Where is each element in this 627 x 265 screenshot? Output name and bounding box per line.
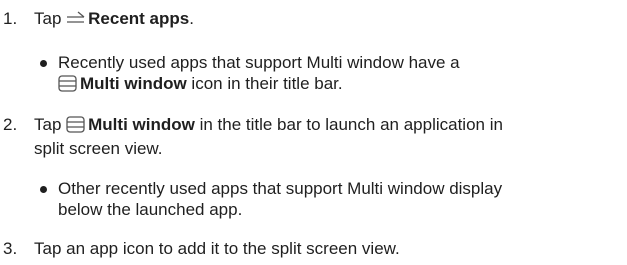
bullet-line: below the launched app. xyxy=(58,200,243,219)
recent-apps-icon xyxy=(66,11,86,32)
multi-window-icon xyxy=(58,75,78,97)
recent-apps-label: Recent apps xyxy=(88,9,190,28)
multi-window-label: Multi window xyxy=(80,74,187,93)
bullet-line: Recently used apps that support Multi wi… xyxy=(58,53,460,72)
step-suffix-continued: split screen view. xyxy=(34,139,163,158)
step-suffix: . xyxy=(189,9,194,28)
step-prefix: Tap xyxy=(34,115,67,134)
step-number: 3. xyxy=(3,239,18,258)
step-text: Tap Multi window in the title bar to lau… xyxy=(34,114,624,159)
multi-window-label: Multi window xyxy=(88,115,195,134)
step-number: 2. xyxy=(3,115,18,134)
step-suffix: in the title bar to launch an applicatio… xyxy=(194,115,503,134)
step-text: Tap an app icon to add it to the split s… xyxy=(34,239,400,258)
step-number: 1. xyxy=(3,9,18,28)
bullet-dot xyxy=(40,186,47,193)
bullet-text: Other recently used apps that support Mu… xyxy=(58,178,624,220)
bullet-text: Recently used apps that support Multi wi… xyxy=(58,52,624,97)
bullet-line: Other recently used apps that support Mu… xyxy=(58,179,503,198)
multi-window-icon xyxy=(66,116,86,138)
step-prefix: Tap xyxy=(34,9,67,28)
bullet-suffix: icon in their title bar. xyxy=(186,74,343,93)
step-text: Tap Recent apps. xyxy=(34,8,624,32)
bullet-dot xyxy=(40,60,47,67)
